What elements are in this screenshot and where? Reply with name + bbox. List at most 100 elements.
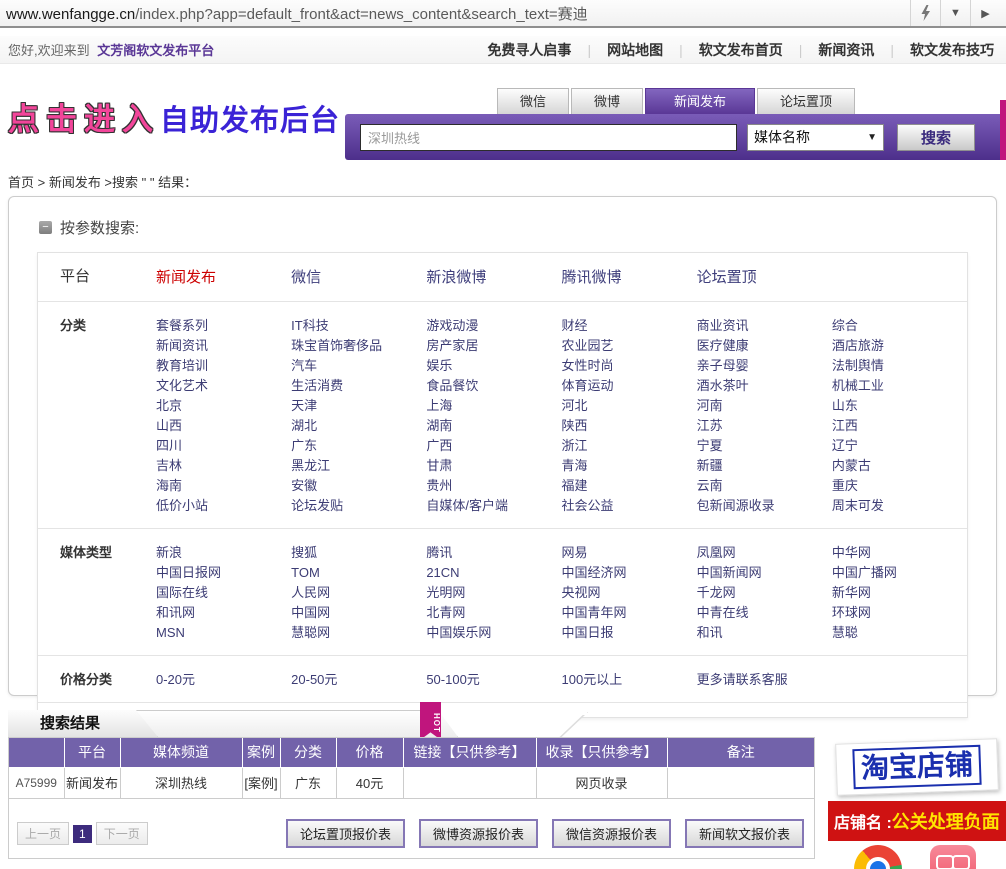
category-link[interactable]: 社会公益 [562,496,697,516]
media-type-link[interactable]: 国际在线 [156,583,291,603]
media-type-link[interactable]: 光明网 [426,583,561,603]
platform-link[interactable]: 论坛置顶 [697,267,832,289]
category-link[interactable]: 山西 [156,416,291,436]
price-list-button[interactable]: 新闻软文报价表 [685,819,804,848]
chat-app-icon[interactable] [930,845,976,869]
category-link[interactable]: 文化艺术 [156,376,291,396]
tab-news-active[interactable]: 新闻发布 [645,88,755,114]
site-name-link[interactable]: 文芳阁软文发布平台 [97,43,214,58]
media-type-link[interactable]: 中国日报 [562,623,697,643]
price-list-button[interactable]: 微信资源报价表 [552,819,671,848]
media-type-link[interactable]: 21CN [426,563,561,583]
category-link[interactable]: 新疆 [697,456,832,476]
category-link[interactable]: 江西 [832,416,967,436]
price-link[interactable]: 50-100元 [426,670,561,690]
media-type-link[interactable]: 搜狐 [291,543,426,563]
search-input[interactable] [360,124,737,151]
category-link[interactable]: 酒水茶叶 [697,376,832,396]
platform-link[interactable]: 新浪微博 [426,267,561,289]
category-link[interactable]: 法制舆情 [832,356,967,376]
tab-forum[interactable]: 论坛置顶 [757,88,855,114]
price-link[interactable]: 0-20元 [156,670,291,690]
category-link[interactable]: 黑龙江 [291,456,426,476]
media-type-link[interactable]: 网易 [562,543,697,563]
category-link[interactable]: 生活消费 [291,376,426,396]
media-type-link[interactable]: 中国日报网 [156,563,291,583]
price-link[interactable]: 100元以上 [562,670,697,690]
category-link[interactable]: 天津 [291,396,426,416]
category-link[interactable]: 医疗健康 [697,336,832,356]
category-link[interactable]: 北京 [156,396,291,416]
category-link[interactable]: 女性时尚 [562,356,697,376]
category-link[interactable]: 广西 [426,436,561,456]
category-link[interactable]: 亲子母婴 [697,356,832,376]
media-type-link[interactable]: 央视网 [562,583,697,603]
category-link[interactable]: 宁夏 [697,436,832,456]
chrome-icon[interactable] [854,845,902,869]
url-field[interactable]: www.wenfangge.cn/index.php?app=default_f… [6,3,910,24]
category-link[interactable]: 低价小站 [156,496,291,516]
category-link[interactable]: 重庆 [832,476,967,496]
category-link[interactable]: 论坛发贴 [291,496,426,516]
category-link[interactable]: 吉林 [156,456,291,476]
promo-banner[interactable]: 点击进入自助发布后台 [8,94,340,139]
tab-weixin[interactable]: 微信 [497,88,569,114]
media-type-link[interactable]: 慧聪 [832,623,967,643]
price-link[interactable]: 20-50元 [291,670,426,690]
category-link[interactable]: 内蒙古 [832,456,967,476]
category-link[interactable]: 机械工业 [832,376,967,396]
category-link[interactable]: 江苏 [697,416,832,436]
media-type-link[interactable]: 和讯 [697,623,832,643]
media-type-link[interactable]: 中国网 [291,603,426,623]
price-link[interactable]: 更多请联系客服 [697,670,832,690]
media-type-link[interactable]: 中国新闻网 [697,563,832,583]
search-button[interactable]: 搜索 [897,124,975,151]
category-link[interactable]: IT科技 [291,316,426,336]
category-link[interactable]: 商业资讯 [697,316,832,336]
category-link[interactable]: 套餐系列 [156,316,291,336]
platform-link[interactable]: 微信 [291,267,426,289]
media-type-link[interactable]: TOM [291,563,426,583]
table-row[interactable]: A75999 新闻发布 深圳热线 [案例] 广东 40元 网页收录 [9,767,814,798]
category-link[interactable]: 自媒体/客户端 [426,496,561,516]
category-link[interactable]: 云南 [697,476,832,496]
category-link[interactable]: 安徽 [291,476,426,496]
top-nav-link[interactable]: 软文发布技巧 [874,40,994,60]
media-type-link[interactable]: 中青在线 [697,603,832,623]
category-link[interactable]: 湖北 [291,416,426,436]
category-link[interactable]: 贵州 [426,476,561,496]
media-select[interactable]: 媒体名称 ▼ [747,124,884,151]
media-type-link[interactable]: 环球网 [832,603,967,623]
current-page-button[interactable]: 1 [73,825,92,843]
media-type-link[interactable]: 人民网 [291,583,426,603]
flash-icon[interactable] [910,0,940,26]
next-page-button[interactable]: 下一页 [96,822,148,845]
media-type-link[interactable]: 中国青年网 [562,603,697,623]
prev-page-button[interactable]: 上一页 [17,822,69,845]
media-type-link[interactable]: 中国经济网 [562,563,697,583]
category-link[interactable]: 陕西 [562,416,697,436]
results-tab[interactable]: 搜索结果 [8,710,158,737]
top-nav-link[interactable]: 网站地图 [571,40,663,60]
top-nav-link[interactable]: 新闻资讯 [783,40,875,60]
media-type-link[interactable]: MSN [156,623,291,643]
category-link[interactable]: 福建 [562,476,697,496]
category-link[interactable]: 青海 [562,456,697,476]
dropdown-icon[interactable]: ▼ [940,0,970,26]
category-link[interactable]: 上海 [426,396,561,416]
result-case-link[interactable]: [案例] [242,767,280,798]
platform-link[interactable]: 新闻发布 [156,267,291,289]
category-link[interactable]: 广东 [291,436,426,456]
category-link[interactable]: 娱乐 [426,356,561,376]
taobao-shop-card[interactable]: 淘宝店铺 [835,738,999,796]
category-link[interactable]: 包新闻源收录 [697,496,832,516]
category-link[interactable]: 体育运动 [562,376,697,396]
forward-icon[interactable]: ▶ [970,0,1000,26]
media-type-link[interactable]: 中国广播网 [832,563,967,583]
media-type-link[interactable]: 腾讯 [426,543,561,563]
category-link[interactable]: 汽车 [291,356,426,376]
category-link[interactable]: 财经 [562,316,697,336]
category-link[interactable]: 甘肃 [426,456,561,476]
category-link[interactable]: 综合 [832,316,967,336]
tab-weibo[interactable]: 微博 [571,88,643,114]
